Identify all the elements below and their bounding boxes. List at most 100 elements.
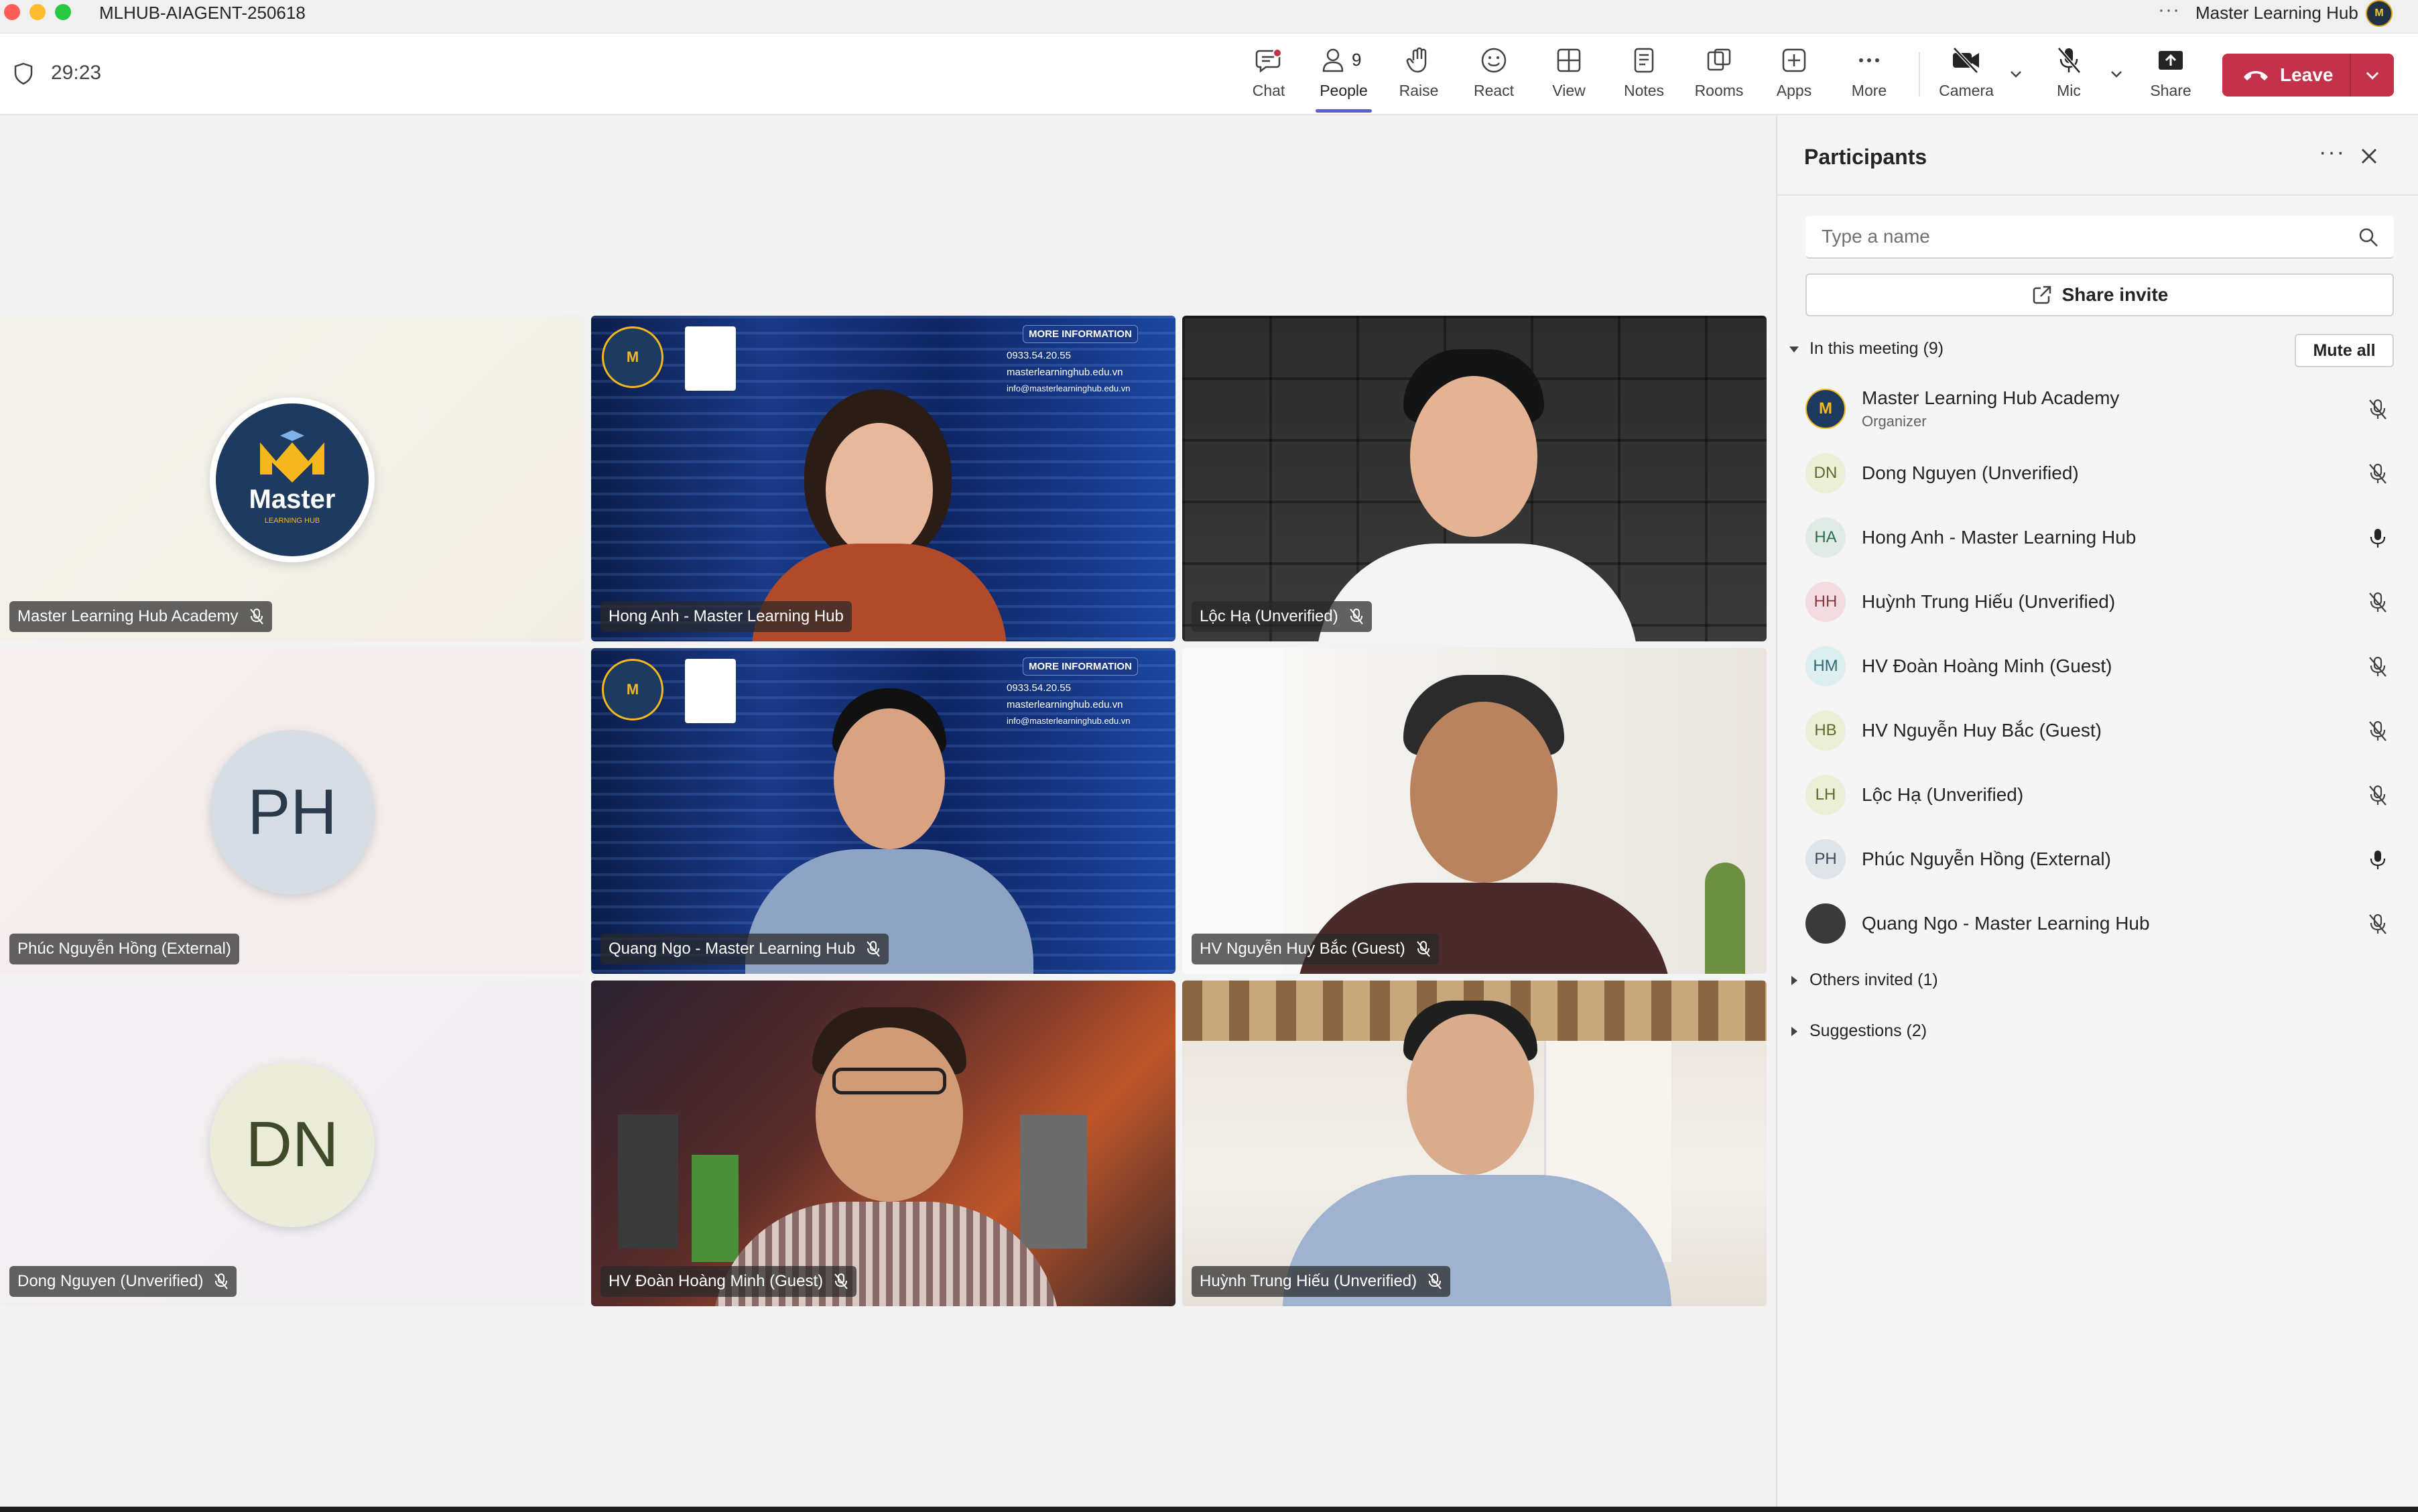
participant-row[interactable]: HH Huỳnh Trung Hiếu (Unverified) [1777, 570, 2418, 634]
in-meeting-section-toggle[interactable]: In this meeting (9) [1787, 339, 1944, 359]
window-title: MLHUB-AIAGENT-250618 [99, 3, 306, 23]
participant-name: Master Learning Hub Academy [17, 607, 239, 625]
participant-name: Dong Nguyen (Unverified) [1862, 462, 2079, 483]
info-overlay: MORE INFORMATION 0933.54.20.55 masterlea… [1007, 325, 1167, 419]
participant-avatar: HA [1805, 517, 1846, 558]
rooms-button[interactable]: Rooms [1685, 46, 1753, 110]
participant-row[interactable]: HA Hong Anh - Master Learning Hub [1777, 505, 2418, 570]
mic-off-icon [249, 609, 263, 625]
participant-row[interactable]: LH Lộc Hạ (Unverified) [1777, 763, 2418, 827]
participant-name: Huỳnh Trung Hiếu (Unverified) [1200, 1272, 1417, 1290]
notes-button[interactable]: Notes [1610, 46, 1677, 110]
mic-off-icon [867, 941, 880, 957]
mic-off-icon[interactable] [2367, 462, 2389, 485]
video-tile[interactable]: M MORE INFORMATION 0933.54.20.55 masterl… [591, 316, 1175, 641]
mic-off-icon[interactable] [2367, 591, 2389, 614]
leave-main[interactable]: Leave [2222, 54, 2350, 97]
view-label: View [1552, 82, 1586, 99]
participant-name: HV Nguyễn Huy Bắc (Guest) [1200, 940, 1405, 958]
search-icon[interactable] [2358, 227, 2379, 248]
grid-view-icon [1557, 48, 1581, 72]
leave-button[interactable]: Leave [2222, 54, 2394, 97]
mic-off-icon[interactable] [2367, 784, 2389, 807]
mic-off-icon[interactable] [2367, 398, 2389, 421]
camera-options-chevron-icon[interactable] [2008, 66, 2024, 82]
suggestions-toggle[interactable]: Suggestions (2) [1787, 1021, 1927, 1041]
person-face [816, 1027, 963, 1202]
raise-hand-button[interactable]: Raise [1385, 46, 1452, 110]
person-face [1407, 1014, 1534, 1175]
share-button[interactable]: Share [2137, 46, 2204, 110]
add-app-icon [1782, 48, 1806, 72]
participant-name-tag: Huỳnh Trung Hiếu (Unverified) [1192, 1266, 1451, 1297]
video-tile[interactable]: M MORE INFORMATION 0933.54.20.55 masterl… [591, 648, 1175, 974]
share-invite-button[interactable]: Share invite [1805, 273, 2394, 316]
participant-avatar: HM [1805, 646, 1846, 686]
logo-badge-icon: M [602, 659, 663, 720]
video-tile[interactable]: HV Đoàn Hoàng Minh (Guest) [591, 981, 1175, 1306]
mic-on-icon[interactable] [2367, 527, 2389, 550]
mic-on-icon[interactable] [2367, 848, 2389, 871]
participant-row[interactable]: PH Phúc Nguyễn Hồng (External) [1777, 827, 2418, 891]
people-count: 9 [1352, 50, 1362, 70]
participant-row[interactable]: HM HV Đoàn Hoàng Minh (Guest) [1777, 634, 2418, 698]
participants-panel: Participants ··· Share invite In this me… [1776, 115, 2418, 1512]
participant-search[interactable] [1805, 216, 2394, 259]
more-button[interactable]: More [1836, 46, 1903, 110]
account-name[interactable]: Master Learning Hub [2196, 3, 2358, 23]
people-label: People [1320, 82, 1368, 99]
participant-avatar: DN [1805, 453, 1846, 493]
creeper-character [692, 1155, 739, 1262]
mic-off-icon[interactable] [2367, 913, 2389, 936]
participant-row[interactable]: M Master Learning Hub Academy Organizer [1777, 377, 2418, 441]
mic-off-icon[interactable] [2367, 655, 2389, 678]
participant-row[interactable]: Quang Ngo - Master Learning Hub [1777, 891, 2418, 956]
share-invite-label: Share invite [2061, 284, 2169, 305]
search-input[interactable] [1805, 216, 2342, 257]
video-tile[interactable]: DN Dong Nguyen (Unverified) [0, 981, 584, 1306]
mic-button[interactable]: Mic [2035, 46, 2102, 110]
video-tile[interactable]: Lộc Hạ (Unverified) [1182, 316, 1767, 641]
video-tile[interactable]: HV Nguyễn Huy Bắc (Guest) [1182, 648, 1767, 974]
view-button[interactable]: View [1535, 46, 1602, 110]
video-tile[interactable]: Huỳnh Trung Hiếu (Unverified) [1182, 981, 1767, 1306]
minimize-window-button[interactable] [29, 4, 46, 20]
toolbar-separator [1919, 52, 1920, 97]
react-button[interactable]: React [1460, 46, 1527, 110]
participant-name: Lộc Hạ (Unverified) [1862, 784, 2024, 805]
zoom-window-button[interactable] [55, 4, 71, 20]
leave-options[interactable] [2351, 54, 2394, 97]
ellipsis-icon[interactable]: ··· [2158, 0, 2180, 21]
video-tile[interactable]: Master LEARNING HUB Master Learning Hub … [0, 316, 584, 641]
more-icon [1859, 58, 1879, 62]
logo-subtext: LEARNING HUB [265, 517, 320, 525]
mic-off-icon [1349, 609, 1363, 625]
meeting-toolbar: 29:23 Chat 9 People Raise React View Not… [0, 34, 2418, 115]
mic-off-icon[interactable] [2367, 720, 2389, 743]
people-button[interactable]: 9 People [1310, 46, 1377, 113]
organizer-logo-avatar: Master LEARNING HUB [210, 397, 375, 562]
participant-name-tag: HV Đoàn Hoàng Minh (Guest) [600, 1266, 857, 1297]
video-tile[interactable]: PH Phúc Nguyễn Hồng (External) [0, 648, 584, 974]
mic-options-chevron-icon[interactable] [2108, 66, 2124, 82]
participant-name: HV Nguyễn Huy Bắc (Guest) [1862, 720, 2102, 741]
camera-button[interactable]: Camera [1933, 46, 2000, 110]
chat-button[interactable]: Chat [1235, 46, 1302, 110]
mic-off-icon [1428, 1273, 1442, 1289]
account-avatar[interactable]: M [2366, 0, 2393, 27]
master-learning-hub-logo-icon: Master LEARNING HUB [216, 403, 369, 556]
others-invited-toggle[interactable]: Others invited (1) [1787, 970, 1938, 990]
close-window-button[interactable] [4, 4, 20, 20]
participant-row[interactable]: HB HV Nguyễn Huy Bắc (Guest) [1777, 698, 2418, 763]
participant-name: HV Đoàn Hoàng Minh (Guest) [609, 1272, 824, 1290]
apps-button[interactable]: Apps [1761, 46, 1828, 110]
close-icon[interactable] [2359, 146, 2379, 166]
participant-name-tag: Hong Anh - Master Learning Hub [600, 601, 852, 632]
participant-avatar: M [1805, 389, 1846, 429]
participant-row[interactable]: DN Dong Nguyen (Unverified) [1777, 441, 2418, 505]
camera-off-icon [1953, 47, 1979, 74]
panel-more-icon[interactable]: ··· [2319, 139, 2346, 166]
share-label: Share [2150, 82, 2191, 99]
mute-all-button[interactable]: Mute all [2295, 334, 2394, 367]
in-meeting-label: In this meeting (9) [1809, 339, 1944, 358]
